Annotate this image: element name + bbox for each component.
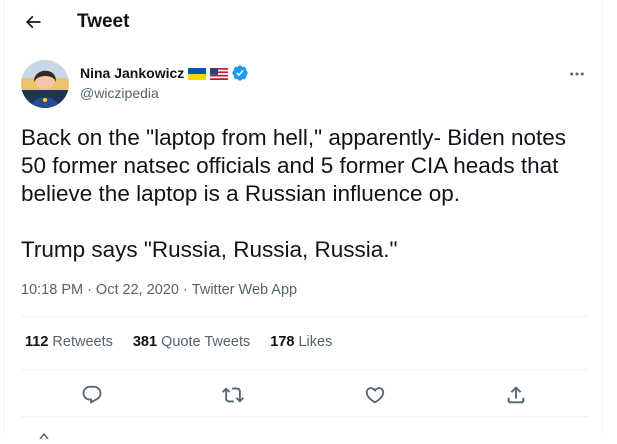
reply-icon [82, 385, 102, 404]
retweet-button[interactable] [216, 378, 250, 412]
verified-badge-icon [231, 64, 249, 82]
likes-count: 178 [270, 334, 295, 350]
heart-icon [365, 387, 385, 404]
author-display-name[interactable]: Nina Jankowicz [80, 64, 184, 82]
engagement-stats: 112 Retweets 381 Quote Tweets 178 Likes [25, 332, 352, 352]
retweets-label: Retweets [52, 334, 113, 350]
ukraine-flag-icon [188, 67, 207, 80]
retweets-count: 112 [25, 334, 49, 350]
quote-tweets-count: 381 [132, 334, 158, 350]
reply-button[interactable] [75, 378, 109, 412]
avatar-image [21, 60, 69, 108]
share-button[interactable] [499, 378, 533, 412]
author-info: Nina Jankowicz @wiczipedia [80, 64, 249, 102]
quote-tweets-label: Quote Tweets [161, 334, 251, 350]
meta-separator: · [182, 282, 188, 298]
likes-stat[interactable]: 178 Likes [270, 332, 332, 352]
share-icon [507, 386, 525, 404]
author-name-row: Nina Jankowicz [80, 64, 249, 82]
tweet-text: Back on the "laptop from hell," apparent… [21, 125, 567, 262]
meta-separator: · [87, 282, 92, 298]
retweets-stat[interactable]: 112 Retweets [25, 332, 113, 352]
divider [21, 416, 588, 417]
avatar[interactable] [21, 60, 69, 108]
page-title: Tweet [77, 11, 130, 32]
us-flag-icon [210, 67, 229, 80]
arrow-left-icon [25, 15, 41, 29]
action-bar [5, 376, 602, 412]
like-button[interactable] [358, 378, 392, 412]
retweet-icon [222, 387, 244, 403]
header: Tweet [5, 0, 602, 44]
divider [21, 369, 588, 370]
tweet-detail-column: Tweet Nina Jankowicz @wiczipedia Back on… [4, 0, 603, 440]
quote-tweets-stat[interactable]: 381 Quote Tweets [133, 332, 250, 352]
more-horizontal-icon [570, 72, 584, 76]
next-item-partial-icon [39, 426, 49, 440]
more-options-button[interactable] [565, 62, 589, 86]
author-handle[interactable]: @wiczipedia [80, 84, 249, 102]
tweet-date[interactable]: Oct 22, 2020 [96, 282, 179, 298]
tweet-metadata: 10:18 PM · Oct 22, 2020 · Twitter Web App [21, 280, 297, 300]
divider [21, 316, 588, 317]
tweet-source[interactable]: Twitter Web App [192, 282, 297, 298]
back-button[interactable] [19, 8, 47, 36]
likes-label: Likes [298, 334, 333, 350]
tweet-time[interactable]: 10:18 PM [21, 282, 83, 298]
